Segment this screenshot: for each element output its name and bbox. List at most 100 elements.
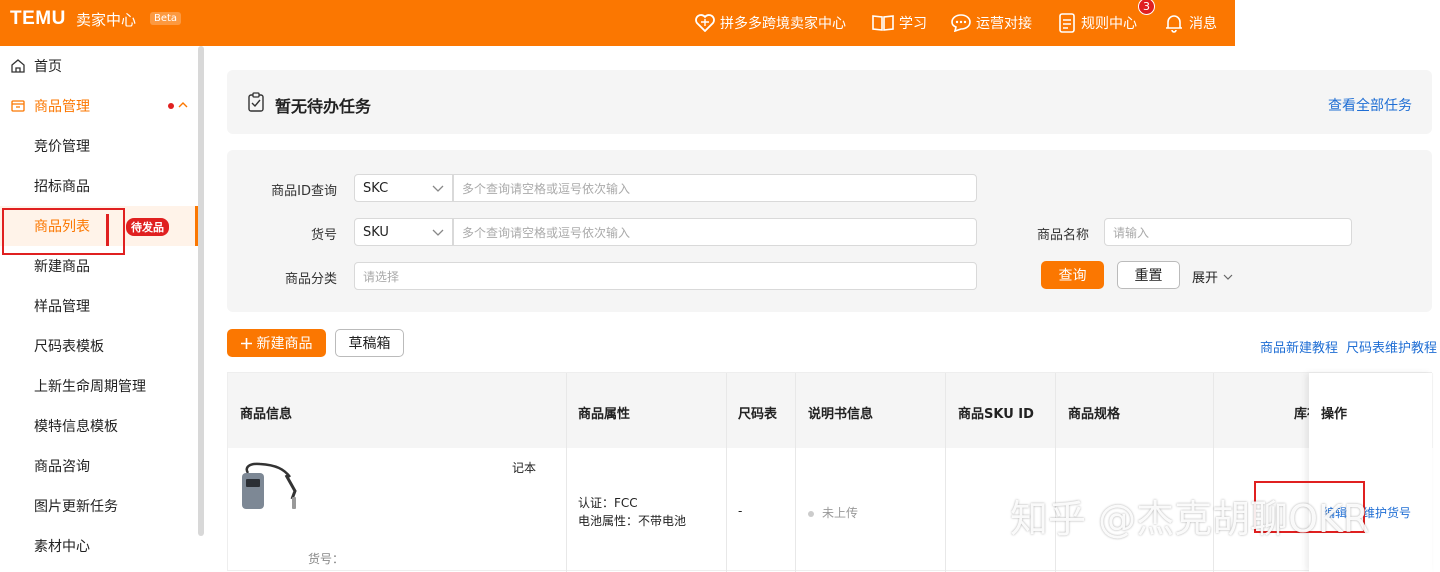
sidebar: 首页 商品管理 竞价管理 招标商品 商品列表 待发品 新建商品 样品管理 尺码表… <box>0 46 198 571</box>
drafts-button[interactable]: 草稿箱 <box>335 329 404 357</box>
column-divider <box>566 373 567 572</box>
pending-badge: 待发品 <box>126 218 169 236</box>
todo-panel: 暂无待办任务 查看全部任务 <box>227 70 1432 134</box>
id-query-input[interactable]: 多个查询请空格或逗号依次输入 <box>453 174 977 202</box>
column-header: 说明书信息 <box>808 407 874 422</box>
nav-label: 学习 <box>899 16 927 32</box>
sidebar-item-label: 素材中心 <box>34 539 90 555</box>
placeholder: 请选择 <box>363 269 400 284</box>
product-name-input[interactable]: 请输入 <box>1104 218 1352 246</box>
attribute-cert: 认证：FCC <box>578 496 638 510</box>
filter-panel: 商品ID查询 SKC 多个查询请空格或逗号依次输入 货号 SKU 多个查询请空格… <box>227 150 1432 312</box>
size-chart-tutorial-link[interactable]: 尺码表维护教程 <box>1346 337 1437 356</box>
notification-dot <box>168 103 174 109</box>
category-label: 商品分类 <box>284 272 337 287</box>
top-bar: TEMU 卖家中心 Beta 拼多多跨境卖家中心 学习 运营对接 规则中心 3 … <box>0 0 1235 46</box>
chevron-down-icon <box>432 185 444 192</box>
book-icon <box>872 15 894 31</box>
sidebar-item-label: 新建商品 <box>34 259 90 275</box>
sidebar-item-size-template[interactable]: 尺码表模板 <box>0 326 198 366</box>
nav-pdd-crossborder[interactable]: 拼多多跨境卖家中心 <box>695 0 846 46</box>
bell-icon <box>1166 15 1182 33</box>
nav-ops-contact[interactable]: 运营对接 <box>951 0 1032 46</box>
expand-toggle[interactable]: 展开 <box>1192 267 1233 286</box>
maintain-goods-no-link[interactable]: 维护货号 <box>1363 504 1411 521</box>
sidebar-item-model-template[interactable]: 模特信息模板 <box>0 406 198 446</box>
sidebar-item-image-update[interactable]: 图片更新任务 <box>0 486 198 526</box>
beta-badge: Beta <box>150 12 182 25</box>
nav-label: 运营对接 <box>976 16 1032 32</box>
product-title: 记本 <box>512 461 537 475</box>
chat-icon <box>951 14 971 32</box>
sidebar-item-label: 尺码表模板 <box>34 339 104 355</box>
sidebar-item-samples[interactable]: 样品管理 <box>0 286 198 326</box>
sidebar-group-product-management[interactable]: 商品管理 <box>0 86 198 126</box>
table-header: 商品信息 商品属性 尺码表 说明书信息 商品SKU ID 商品规格 库存 <box>228 373 1433 448</box>
column-header: 尺码表 <box>738 407 778 422</box>
home-icon <box>11 59 25 73</box>
seller-center-title: 卖家中心 <box>76 11 137 29</box>
sidebar-item-materials[interactable]: 素材中心 <box>0 526 198 566</box>
sidebar-item-label: 竞价管理 <box>34 139 90 155</box>
goods-no-type-select[interactable]: SKU <box>354 218 453 246</box>
sidebar-item-label: 招标商品 <box>34 179 90 195</box>
heart-icon <box>695 14 715 32</box>
sidebar-scrollbar[interactable] <box>198 46 204 536</box>
select-value: SKU <box>363 224 389 240</box>
nav-messages[interactable]: 消息 <box>1164 0 1217 46</box>
sidebar-group-label: 商品管理 <box>34 99 90 115</box>
sidebar-item-label: 上新生命周期管理 <box>34 379 146 395</box>
nav-label: 规则中心 <box>1081 16 1137 32</box>
attribute-battery: 电池属性：不带电池 <box>578 514 687 528</box>
goods-no-input[interactable]: 多个查询请空格或逗号依次输入 <box>453 218 977 246</box>
id-query-label: 商品ID查询 <box>271 184 337 199</box>
select-value: SKC <box>363 180 389 196</box>
sidebar-item-label: 商品咨询 <box>34 459 90 475</box>
id-type-select[interactable]: SKC <box>354 174 453 202</box>
annotation-mark <box>106 214 109 246</box>
reset-button[interactable]: 重置 <box>1117 261 1180 289</box>
sidebar-item-consultation[interactable]: 商品咨询 <box>0 446 198 486</box>
product-tutorial-link[interactable]: 商品新建教程 <box>1260 337 1338 356</box>
column-header: 商品规格 <box>1068 407 1121 422</box>
placeholder: 多个查询请空格或逗号依次输入 <box>462 225 631 240</box>
temu-logo[interactable]: TEMU <box>10 8 66 30</box>
manual-status: 未上传 <box>808 504 858 521</box>
column-header: 操作 <box>1321 407 1348 422</box>
view-all-tasks-link[interactable]: 查看全部任务 <box>1328 95 1412 115</box>
sidebar-item-tender[interactable]: 招标商品 <box>0 166 198 206</box>
column-divider <box>795 373 796 572</box>
rules-count-badge: 3 <box>1138 0 1155 15</box>
sidebar-item-label: 模特信息模板 <box>34 419 118 435</box>
expand-label: 展开 <box>1192 271 1219 286</box>
column-divider <box>945 373 946 572</box>
watermark: 知乎 @杰克胡聊OKR <box>1010 497 1370 541</box>
sidebar-item-home[interactable]: 首页 <box>0 46 198 86</box>
nav-label: 消息 <box>1189 16 1217 32</box>
document-icon <box>1059 13 1075 33</box>
sidebar-item-lifecycle[interactable]: 上新生命周期管理 <box>0 366 198 406</box>
box-icon <box>11 100 25 112</box>
chevron-down-icon <box>432 229 444 236</box>
nav-label: 拼多多跨境卖家中心 <box>720 16 846 32</box>
new-product-button[interactable]: 新建商品 <box>227 329 326 357</box>
nav-rules-center[interactable]: 规则中心 3 <box>1058 0 1155 46</box>
column-divider <box>726 373 727 572</box>
placeholder: 请输入 <box>1113 225 1150 240</box>
product-thumbnail[interactable] <box>240 461 302 515</box>
size-chart-value: - <box>738 504 743 518</box>
query-button[interactable]: 查询 <box>1041 261 1104 289</box>
column-header: 商品SKU ID <box>958 407 1034 422</box>
chevron-down-icon <box>1223 274 1233 280</box>
goods-no-text: 货号： <box>308 552 345 566</box>
plus-icon <box>240 337 252 349</box>
column-header: 商品信息 <box>240 407 293 422</box>
todo-title: 暂无待办任务 <box>275 97 372 116</box>
category-select[interactable]: 请选择 <box>354 262 977 290</box>
placeholder: 多个查询请空格或逗号依次输入 <box>462 181 631 196</box>
chevron-up-icon <box>178 102 188 108</box>
nav-learn[interactable]: 学习 <box>872 0 927 46</box>
sidebar-item-label: 样品管理 <box>34 299 90 315</box>
column-header: 商品属性 <box>578 407 631 422</box>
sidebar-item-bidding[interactable]: 竞价管理 <box>0 126 198 166</box>
